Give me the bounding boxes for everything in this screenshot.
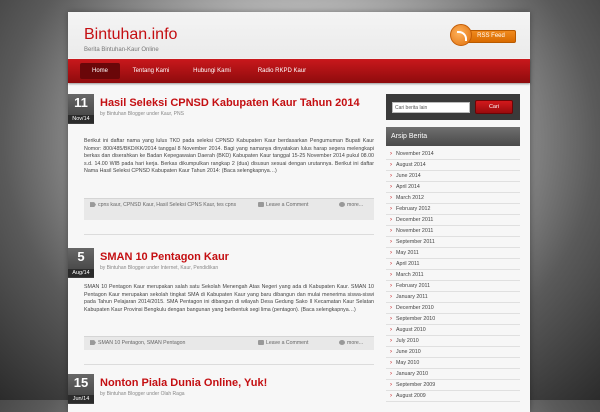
search-input[interactable] bbox=[392, 102, 470, 113]
leave-comment-link[interactable]: Leave a Comment bbox=[266, 202, 308, 208]
archive-heading: Arsip Berita bbox=[386, 127, 520, 146]
post-tags: cpns kaur, CPNSD Kaur, Hasil Seleksi CPN… bbox=[90, 202, 250, 209]
read-more-link[interactable]: more... bbox=[347, 340, 363, 346]
archive-item[interactable]: August 2010 bbox=[386, 325, 520, 336]
post-tags: SMAN 10 Pentagon, SMAN Pentagon bbox=[90, 340, 255, 347]
archive-item[interactable]: July 2010 bbox=[386, 336, 520, 347]
archive-item[interactable]: February 2012 bbox=[386, 204, 520, 215]
post-tags-text[interactable]: SMAN 10 Pentagon, SMAN Pentagon bbox=[98, 340, 185, 346]
archive-item[interactable]: January 2010 bbox=[386, 369, 520, 380]
post-excerpt: Berikut ini daftar nama yang lulus TKD p… bbox=[84, 138, 374, 175]
archive-list: November 2014August 2014June 2014April 2… bbox=[386, 149, 520, 402]
post-comments: Leave a Comment bbox=[258, 202, 308, 208]
post-more: more... bbox=[339, 202, 363, 208]
archive-item[interactable]: May 2011 bbox=[386, 248, 520, 259]
archive-item[interactable]: November 2011 bbox=[386, 226, 520, 237]
archive-item[interactable]: November 2014 bbox=[386, 149, 520, 160]
post-date: 5 Aug/14 bbox=[68, 248, 94, 278]
post-date-day: 11 bbox=[74, 95, 88, 110]
post-date-month: Aug/14 bbox=[68, 269, 94, 277]
search-button[interactable]: Cari bbox=[475, 100, 513, 114]
archive-item[interactable]: January 2011 bbox=[386, 292, 520, 303]
post-tags-text[interactable]: cpns kaur, CPNSD Kaur, Hasil Seleksi CPN… bbox=[98, 202, 236, 208]
post-divider bbox=[84, 234, 374, 235]
header: Bintuhan.info Berita Bintuhan-Kaur Onlin… bbox=[68, 12, 530, 58]
rss-icon[interactable] bbox=[450, 24, 472, 46]
post-title[interactable]: SMAN 10 Pentagon Kaur bbox=[100, 251, 229, 263]
post-footer: cpns kaur, CPNSD Kaur, Hasil Seleksi CPN… bbox=[84, 198, 374, 220]
archive-item[interactable]: December 2011 bbox=[386, 215, 520, 226]
post-meta: by Bintuhan Blogger under Olah Raga bbox=[100, 391, 185, 397]
archive-item[interactable]: February 2011 bbox=[386, 281, 520, 292]
archive-item[interactable]: September 2009 bbox=[386, 380, 520, 391]
more-icon bbox=[339, 340, 345, 346]
leave-comment-link[interactable]: Leave a Comment bbox=[266, 340, 308, 346]
nav-item-radio-rkpd-kaur[interactable]: Radio RKPD Kaur bbox=[250, 63, 314, 79]
read-more-link[interactable]: more... bbox=[347, 202, 363, 208]
post-excerpt: SMAN 10 Pentagon Kaur merupakan salah sa… bbox=[84, 284, 374, 313]
post-more: more... bbox=[339, 340, 363, 346]
tag-icon bbox=[90, 202, 96, 208]
post-meta: by Bintuhan Blogger under Internet, Kaur… bbox=[100, 265, 219, 271]
archive-item[interactable]: December 2010 bbox=[386, 303, 520, 314]
tag-icon bbox=[90, 340, 96, 346]
post-date-day: 5 bbox=[77, 249, 85, 264]
comment-icon bbox=[258, 340, 264, 346]
rss-area: RSS Feed bbox=[450, 24, 516, 46]
post-comments: Leave a Comment bbox=[258, 340, 308, 346]
site-title[interactable]: Bintuhan.info bbox=[84, 26, 177, 44]
nav-item-hubungi-kami[interactable]: Hubungi Kami bbox=[183, 63, 241, 79]
post-date: 11 Nov/14 bbox=[68, 94, 94, 124]
archive-item[interactable]: June 2010 bbox=[386, 347, 520, 358]
main-navigation: Home Tentang Kami Hubungi Kami Radio RKP… bbox=[68, 59, 530, 83]
post-footer: SMAN 10 Pentagon, SMAN Pentagon Leave a … bbox=[84, 336, 374, 350]
post-date-day: 15 bbox=[73, 375, 89, 390]
nav-item-home[interactable]: Home bbox=[80, 63, 120, 79]
archive-item[interactable]: September 2011 bbox=[386, 237, 520, 248]
archive-item[interactable]: April 2014 bbox=[386, 182, 520, 193]
archive-item[interactable]: May 2010 bbox=[386, 358, 520, 369]
archive-item[interactable]: August 2009 bbox=[386, 391, 520, 402]
archive-item[interactable]: March 2011 bbox=[386, 270, 520, 281]
post-title[interactable]: Nonton Piala Dunia Online, Yuk! bbox=[100, 377, 267, 389]
post-date-month: Nov/14 bbox=[68, 115, 94, 123]
archive-item[interactable]: April 2011 bbox=[386, 259, 520, 270]
archive-item[interactable]: August 2014 bbox=[386, 160, 520, 171]
search-widget: Cari bbox=[386, 94, 520, 120]
page-container: Bintuhan.info Berita Bintuhan-Kaur Onlin… bbox=[68, 12, 530, 412]
comment-icon bbox=[258, 202, 264, 208]
rss-feed-button[interactable]: RSS Feed bbox=[466, 30, 516, 43]
post-title[interactable]: Hasil Seleksi CPNSD Kabupaten Kaur Tahun… bbox=[100, 97, 360, 109]
archive-item[interactable]: June 2014 bbox=[386, 171, 520, 182]
post-date-month: Jun/14 bbox=[68, 395, 94, 403]
post-meta: by Bintuhan Blogger under Kaur, PNS bbox=[100, 111, 184, 117]
site-description: Berita Bintuhan-Kaur Online bbox=[84, 47, 159, 53]
more-icon bbox=[339, 202, 345, 208]
archive-item[interactable]: September 2010 bbox=[386, 314, 520, 325]
archive-item[interactable]: March 2012 bbox=[386, 193, 520, 204]
post-divider bbox=[84, 364, 374, 365]
nav-item-tentang-kami[interactable]: Tentang Kami bbox=[124, 63, 178, 79]
